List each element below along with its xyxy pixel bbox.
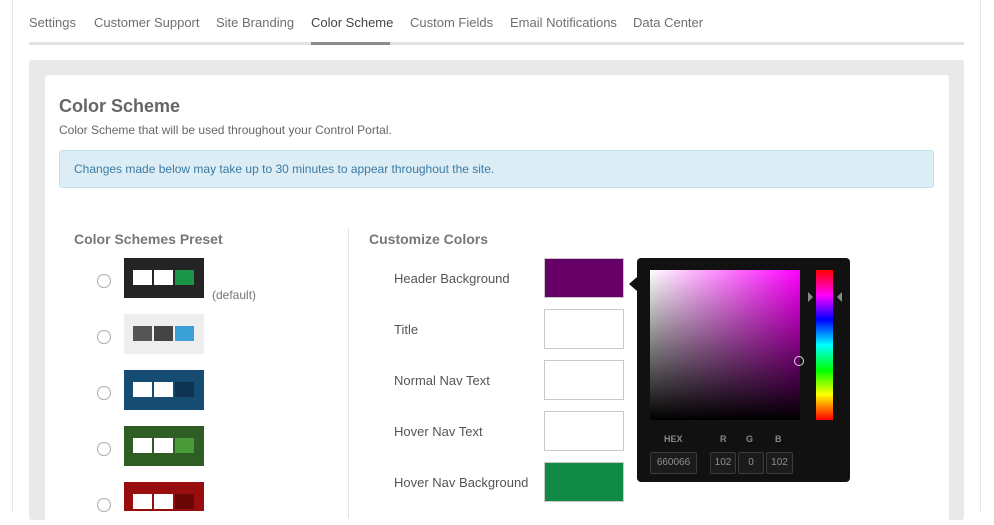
title-color-label: Title (394, 322, 419, 337)
tab-color-scheme[interactable]: Color Scheme (311, 15, 393, 30)
preset-swatch-5[interactable] (124, 482, 204, 511)
green-label: G (746, 434, 754, 444)
page-title: Color Scheme (59, 96, 181, 116)
tab-email-notifications[interactable]: Email Notifications (510, 15, 617, 30)
preset-radio-3[interactable] (97, 386, 111, 400)
blue-input[interactable]: 102 (766, 452, 793, 474)
presets-heading: Color Schemes Preset (74, 231, 223, 247)
right-border (980, 0, 981, 511)
tab-settings[interactable]: Settings (29, 15, 76, 30)
header-background-label: Header Background (394, 271, 510, 286)
preset-swatch-3-color-2 (154, 382, 173, 397)
blue-label: B (775, 434, 782, 444)
preset-radio-4[interactable] (97, 442, 111, 456)
tab-bar: Settings Customer Support Site Branding … (29, 0, 964, 45)
preset-swatch-2-color-3 (175, 326, 194, 341)
hover-nav-text-color-box[interactable] (544, 411, 624, 451)
preset-swatch-5-color-2 (154, 494, 173, 509)
preset-swatch-3-color-1 (133, 382, 152, 397)
preset-radio-5[interactable] (97, 498, 111, 512)
preset-swatch-3[interactable] (124, 370, 204, 410)
saturation-value-field[interactable] (650, 270, 800, 420)
page-subtitle: Color Scheme that will be used throughou… (59, 123, 392, 137)
info-alert: Changes made below may take up to 30 min… (59, 150, 934, 188)
preset-swatch-4-color-3 (175, 438, 194, 453)
tab-custom-fields[interactable]: Custom Fields (410, 15, 493, 30)
preset-swatch-3-color-3 (175, 382, 194, 397)
hex-input[interactable]: 660066 (650, 452, 697, 474)
hover-nav-background-color-box[interactable] (544, 462, 624, 502)
preset-swatch-4[interactable] (124, 426, 204, 466)
left-border (12, 0, 13, 511)
preset-swatch-2[interactable] (124, 314, 204, 354)
tab-data-center[interactable]: Data Center (633, 15, 703, 30)
preset-swatch-1-color-3 (175, 270, 194, 285)
green-input[interactable]: 0 (738, 452, 764, 474)
default-preset-label: (default) (212, 288, 257, 302)
hex-label: HEX (664, 434, 683, 444)
tab-customer-support[interactable]: Customer Support (94, 15, 200, 30)
tab-site-branding[interactable]: Site Branding (216, 15, 294, 30)
preset-swatch-2-color-2 (154, 326, 173, 341)
preset-swatch-5-color-1 (133, 494, 152, 509)
preset-radio-1[interactable] (97, 274, 111, 288)
preset-swatch-4-color-2 (154, 438, 173, 453)
hue-slider-left-arrow[interactable] (808, 292, 813, 302)
normal-nav-text-label: Normal Nav Text (394, 373, 490, 388)
preset-swatch-1-color-2 (154, 270, 173, 285)
red-input[interactable]: 102 (710, 452, 736, 474)
saturation-value-handle[interactable] (794, 356, 804, 366)
active-tab-indicator (311, 42, 390, 45)
hue-slider-right-arrow[interactable] (837, 292, 842, 302)
preset-radio-2[interactable] (97, 330, 111, 344)
normal-nav-text-color-box[interactable] (544, 360, 624, 400)
preset-swatch-4-color-1 (133, 438, 152, 453)
hue-slider[interactable] (816, 270, 833, 420)
hover-nav-text-label: Hover Nav Text (394, 424, 483, 439)
header-background-color-box[interactable] (544, 258, 624, 298)
preset-swatch-5-color-3 (175, 494, 194, 509)
column-divider (348, 228, 349, 518)
title-color-box[interactable] (544, 309, 624, 349)
red-label: R (720, 434, 727, 444)
preset-swatch-1[interactable] (124, 258, 204, 298)
customize-heading: Customize Colors (369, 231, 489, 247)
hover-nav-background-label: Hover Nav Background (394, 475, 529, 490)
preset-swatch-1-color-1 (133, 270, 152, 285)
picker-pointer (629, 277, 637, 291)
preset-swatch-2-color-1 (133, 326, 152, 341)
